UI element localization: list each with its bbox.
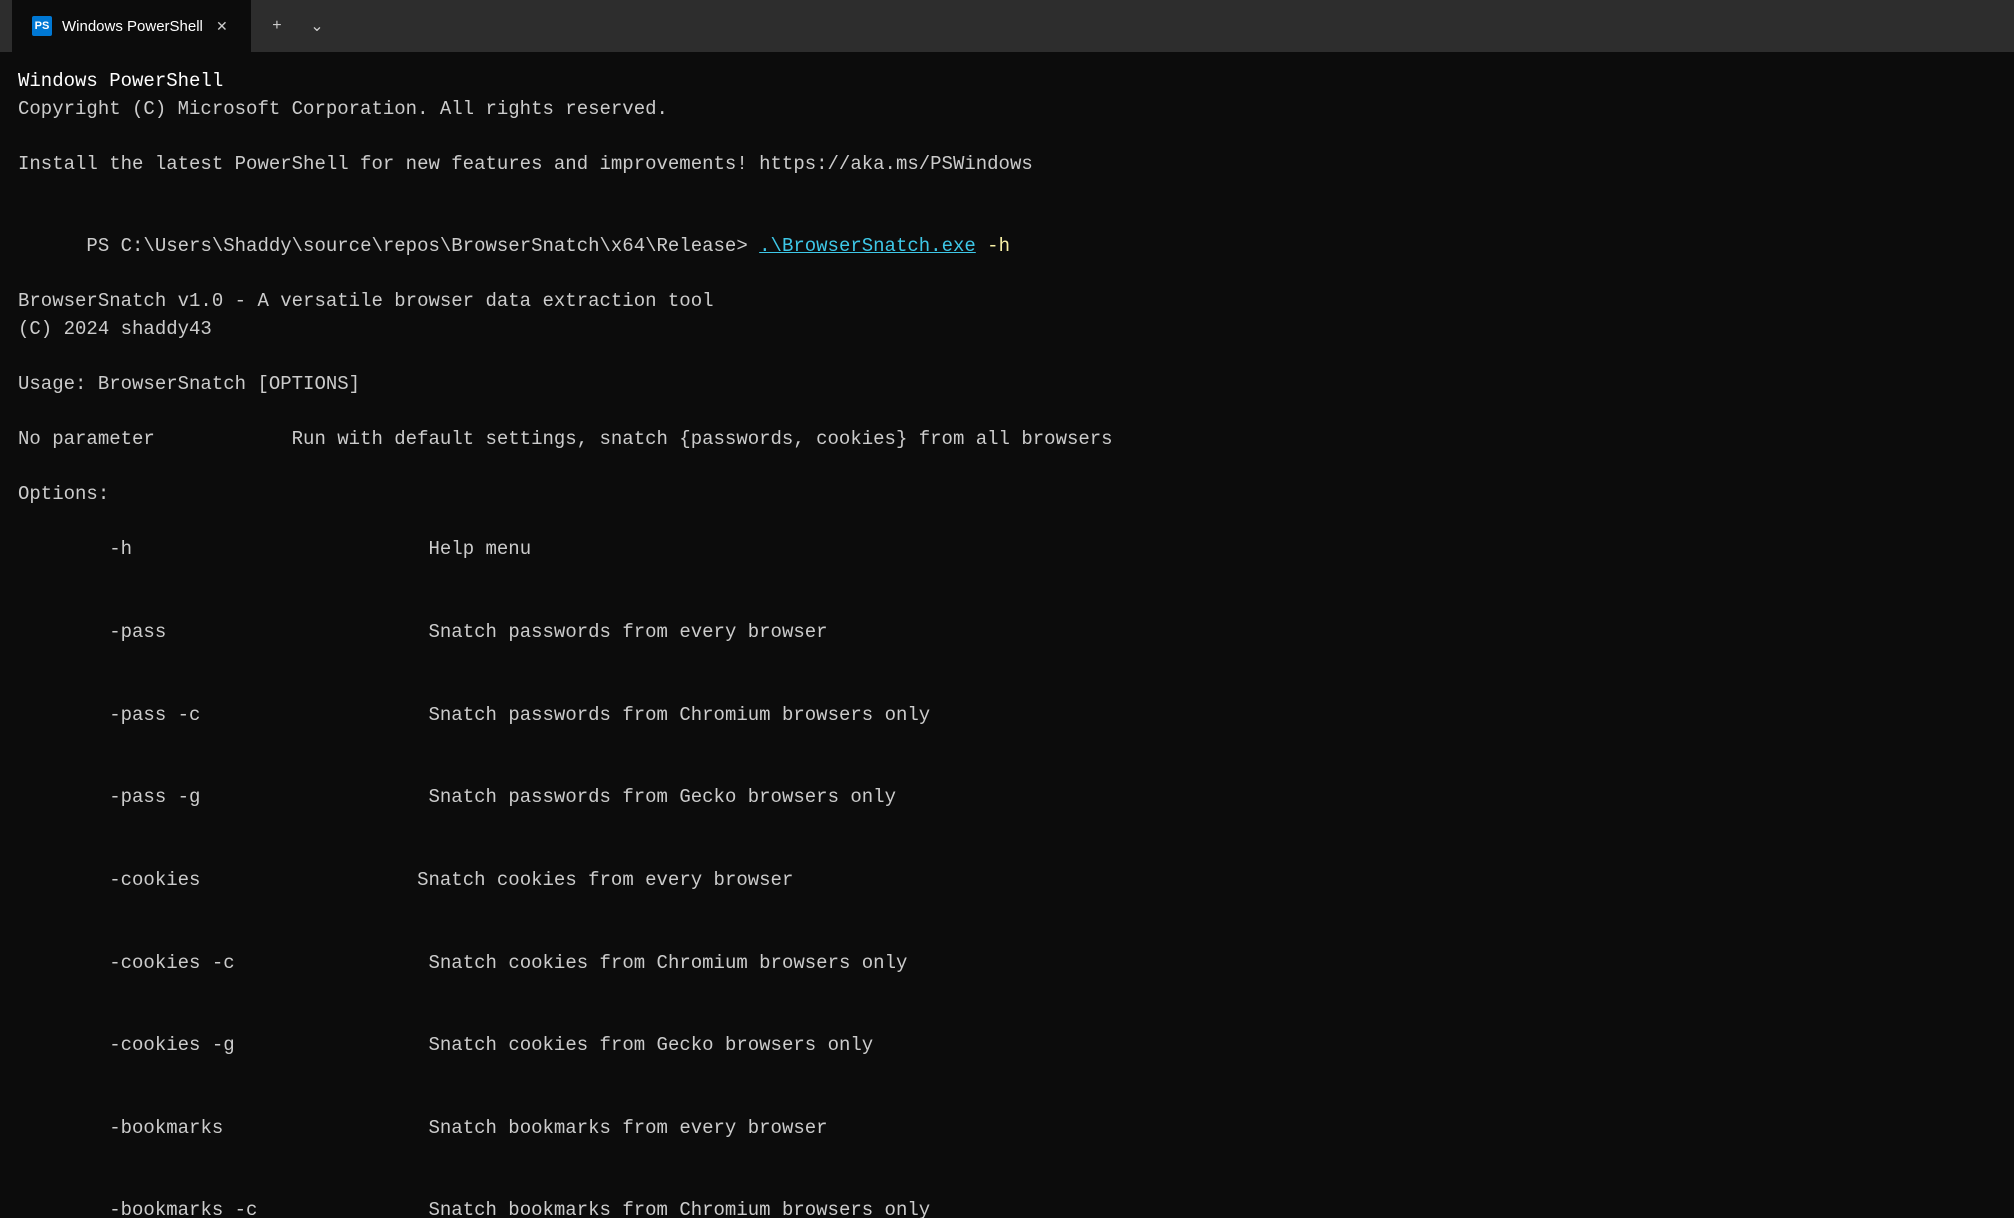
terminal-opt-2: -pass Snatch passwords from every browse… — [18, 591, 1996, 674]
opt7-desc: Snatch cookies from Gecko browsers only — [429, 1034, 874, 1056]
terminal-opt-6: -cookies -c Snatch cookies from Chromium… — [18, 922, 1996, 1005]
active-tab[interactable]: PS Windows PowerShell ✕ — [12, 0, 251, 52]
opt4-desc: Snatch passwords from Gecko browsers onl… — [429, 786, 896, 808]
terminal-line-9: Usage: BrowserSnatch [OPTIONS] — [18, 371, 1996, 399]
opt4-pad — [200, 786, 428, 808]
terminal-line-1: Windows PowerShell — [18, 68, 1996, 96]
opt2-desc: Snatch passwords from every browser — [429, 621, 828, 643]
opt1-pad — [132, 538, 428, 560]
terminal-options-header: Options: — [18, 481, 1996, 509]
opt5-desc: Snatch cookies from every browser — [417, 869, 793, 891]
opt6-desc: Snatch cookies from Chromium browsers on… — [429, 952, 908, 974]
opt7-flag: -cookies -g — [86, 1034, 234, 1056]
powershell-window: PS Windows PowerShell ✕ + ⌄ Windows Powe… — [0, 0, 2014, 1218]
terminal-opt-3: -pass -c Snatch passwords from Chromium … — [18, 674, 1996, 757]
tab-title: Windows PowerShell — [62, 18, 203, 35]
terminal-opt-9: -bookmarks -c Snatch bookmarks from Chro… — [18, 1170, 1996, 1218]
opt9-desc: Snatch bookmarks from Chromium browsers … — [428, 1199, 930, 1218]
opt5-flag: -cookies — [86, 869, 200, 891]
terminal-opt-5: -cookies Snatch cookies from every brows… — [18, 839, 1996, 922]
terminal-opt-1: -h Help menu — [18, 509, 1996, 592]
dropdown-button[interactable]: ⌄ — [299, 8, 335, 44]
opt8-flag: -bookmarks — [86, 1117, 223, 1139]
opt1-flag: -h — [86, 538, 132, 560]
terminal-opt-7: -cookies -g Snatch cookies from Gecko br… — [18, 1005, 1996, 1088]
terminal-line-2: Copyright (C) Microsoft Corporation. All… — [18, 96, 1996, 124]
prompt1-flag: -h — [976, 235, 1010, 257]
terminal-opt-4: -pass -g Snatch passwords from Gecko bro… — [18, 757, 1996, 840]
terminal-opt-8: -bookmarks Snatch bookmarks from every b… — [18, 1087, 1996, 1170]
opt7-pad — [235, 1034, 429, 1056]
terminal-blank-5 — [18, 454, 1996, 482]
opt3-flag: -pass -c — [86, 704, 200, 726]
terminal-line-11: No parameter Run with default settings, … — [18, 426, 1996, 454]
opt6-flag: -cookies -c — [86, 952, 234, 974]
titlebar-actions: + ⌄ — [251, 8, 343, 44]
terminal-line-7: (C) 2024 shaddy43 — [18, 316, 1996, 344]
prompt1-exe: .\BrowserSnatch.exe — [759, 235, 976, 257]
opt9-pad — [257, 1199, 428, 1218]
opt8-desc: Snatch bookmarks from every browser — [428, 1117, 827, 1139]
terminal-blank-1 — [18, 123, 1996, 151]
opt2-pad — [166, 621, 428, 643]
terminal-blank-3 — [18, 343, 1996, 371]
opt2-flag: -pass — [86, 621, 166, 643]
powershell-icon: PS — [32, 16, 52, 36]
opt9-flag: -bookmarks -c — [86, 1199, 257, 1218]
terminal-prompt-1: PS C:\Users\Shaddy\source\repos\BrowserS… — [18, 206, 1996, 289]
terminal-blank-2 — [18, 178, 1996, 206]
opt3-desc: Snatch passwords from Chromium browsers … — [429, 704, 931, 726]
terminal-blank-4 — [18, 399, 1996, 427]
opt8-pad — [223, 1117, 428, 1139]
terminal-line-4: Install the latest PowerShell for new fe… — [18, 151, 1996, 179]
new-tab-button[interactable]: + — [259, 8, 295, 44]
titlebar: PS Windows PowerShell ✕ + ⌄ — [0, 0, 2014, 52]
opt5-pad — [200, 869, 417, 891]
terminal-body[interactable]: Windows PowerShell Copyright (C) Microso… — [0, 52, 2014, 1218]
opt6-pad — [235, 952, 429, 974]
opt4-flag: -pass -g — [86, 786, 200, 808]
prompt1-path: PS C:\Users\Shaddy\source\repos\BrowserS… — [86, 235, 759, 257]
close-tab-button[interactable]: ✕ — [213, 17, 231, 35]
terminal-line-6: BrowserSnatch v1.0 - A versatile browser… — [18, 288, 1996, 316]
opt1-desc: Help menu — [428, 538, 531, 560]
opt3-pad — [200, 704, 428, 726]
